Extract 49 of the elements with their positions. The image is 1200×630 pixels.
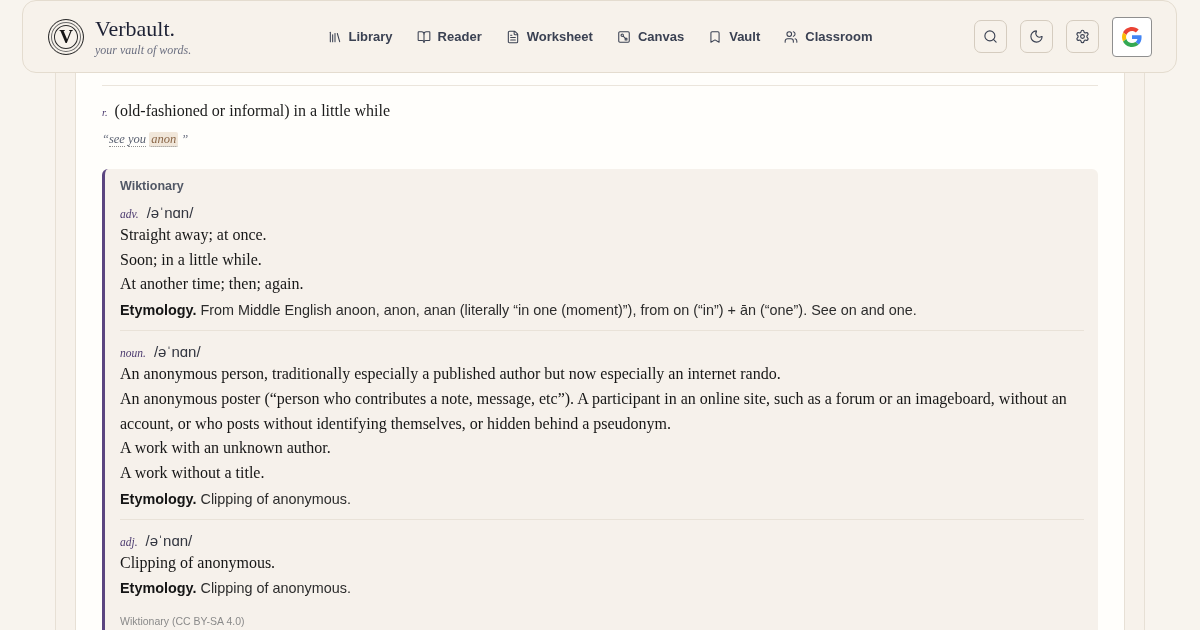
part-of-speech-label: noun. <box>120 346 146 362</box>
sign-in-button[interactable] <box>1112 16 1152 57</box>
part-of-speech-label: adv. <box>120 207 139 222</box>
nav-link[interactable]: Classroom <box>776 23 881 50</box>
part-of-speech-label: adj. <box>120 534 138 551</box>
g-logo-icon <box>1122 26 1142 47</box>
highlighted-word[interactable]: anon <box>149 132 179 147</box>
search-button[interactable] <box>974 20 1007 53</box>
settings-button[interactable] <box>1066 20 1099 53</box>
theme-toggle-button[interactable] <box>1020 20 1053 53</box>
pronunciation-text: /əˈnɑn/ <box>146 203 194 223</box>
definition-text: An anonymous poster (“person who contributes a note, message, etc”). A participant in an online site, such as a forum or an imageboard, without an account, or who posts without identifying themselves, or hidden behind a pseudonym. <box>120 388 1068 435</box>
definition-text: Soon; in a little while. <box>120 249 263 270</box>
nav-link[interactable]: Vault <box>700 23 769 50</box>
definition-text: A work without a title. <box>120 462 266 483</box>
open-book-icon <box>416 29 431 44</box>
nav-link[interactable]: Library <box>319 23 401 50</box>
example-word[interactable]: see <box>108 132 125 147</box>
nav-link[interactable]: Canvas <box>608 23 693 50</box>
quote-mark: ” <box>181 132 189 146</box>
etymology-text: Etymology. Clipping of anonymous. <box>120 579 352 599</box>
bookmark-icon <box>708 29 723 44</box>
document-icon <box>505 29 520 44</box>
source-credit: Wiktionary (CC BY-SA 4.0) <box>120 615 246 628</box>
settings-icon <box>1075 29 1090 44</box>
search-icon <box>983 29 998 44</box>
example-word[interactable]: you <box>128 132 147 147</box>
people-icon <box>784 29 799 44</box>
etymology-text: Etymology. Clipping of anonymous. <box>120 489 352 509</box>
quote-mark: “ <box>102 132 109 146</box>
definition-text: At another time; then; again. <box>120 274 305 295</box>
definition-text: A work with an unknown author. <box>120 438 332 459</box>
books-icon <box>327 29 342 44</box>
brand-tagline: your vault of words. <box>95 42 192 57</box>
logo-mark: V <box>48 18 84 55</box>
definition-text: Clipping of anonymous. <box>120 552 277 574</box>
brand-name: Verbault. <box>95 16 177 41</box>
pronunciation-text: /əˈnɑn/ <box>145 530 193 551</box>
moon-icon <box>1029 29 1044 44</box>
nav-link[interactable]: Worksheet <box>497 23 601 50</box>
framed-shapes-icon <box>616 29 631 44</box>
definition-text: (old-fashioned or informal) in a little while <box>114 101 391 121</box>
part-of-speech-label: r. <box>102 106 108 120</box>
pronunciation-text: /əˈnɑn/ <box>153 342 201 363</box>
etymology-text: Etymology. From Middle English anoon, anon, anan (literally “in one (moment)”), from on (“in”) + ān (“one”). See on and one. <box>120 301 918 321</box>
definition-text: An anonymous person, traditionally especially a published author but now especially an internet rando. <box>120 364 782 385</box>
nav-link[interactable]: Reader <box>408 23 490 50</box>
source-title: Wiktionary <box>120 178 185 194</box>
definition-text: Straight away; at once. <box>120 225 268 246</box>
